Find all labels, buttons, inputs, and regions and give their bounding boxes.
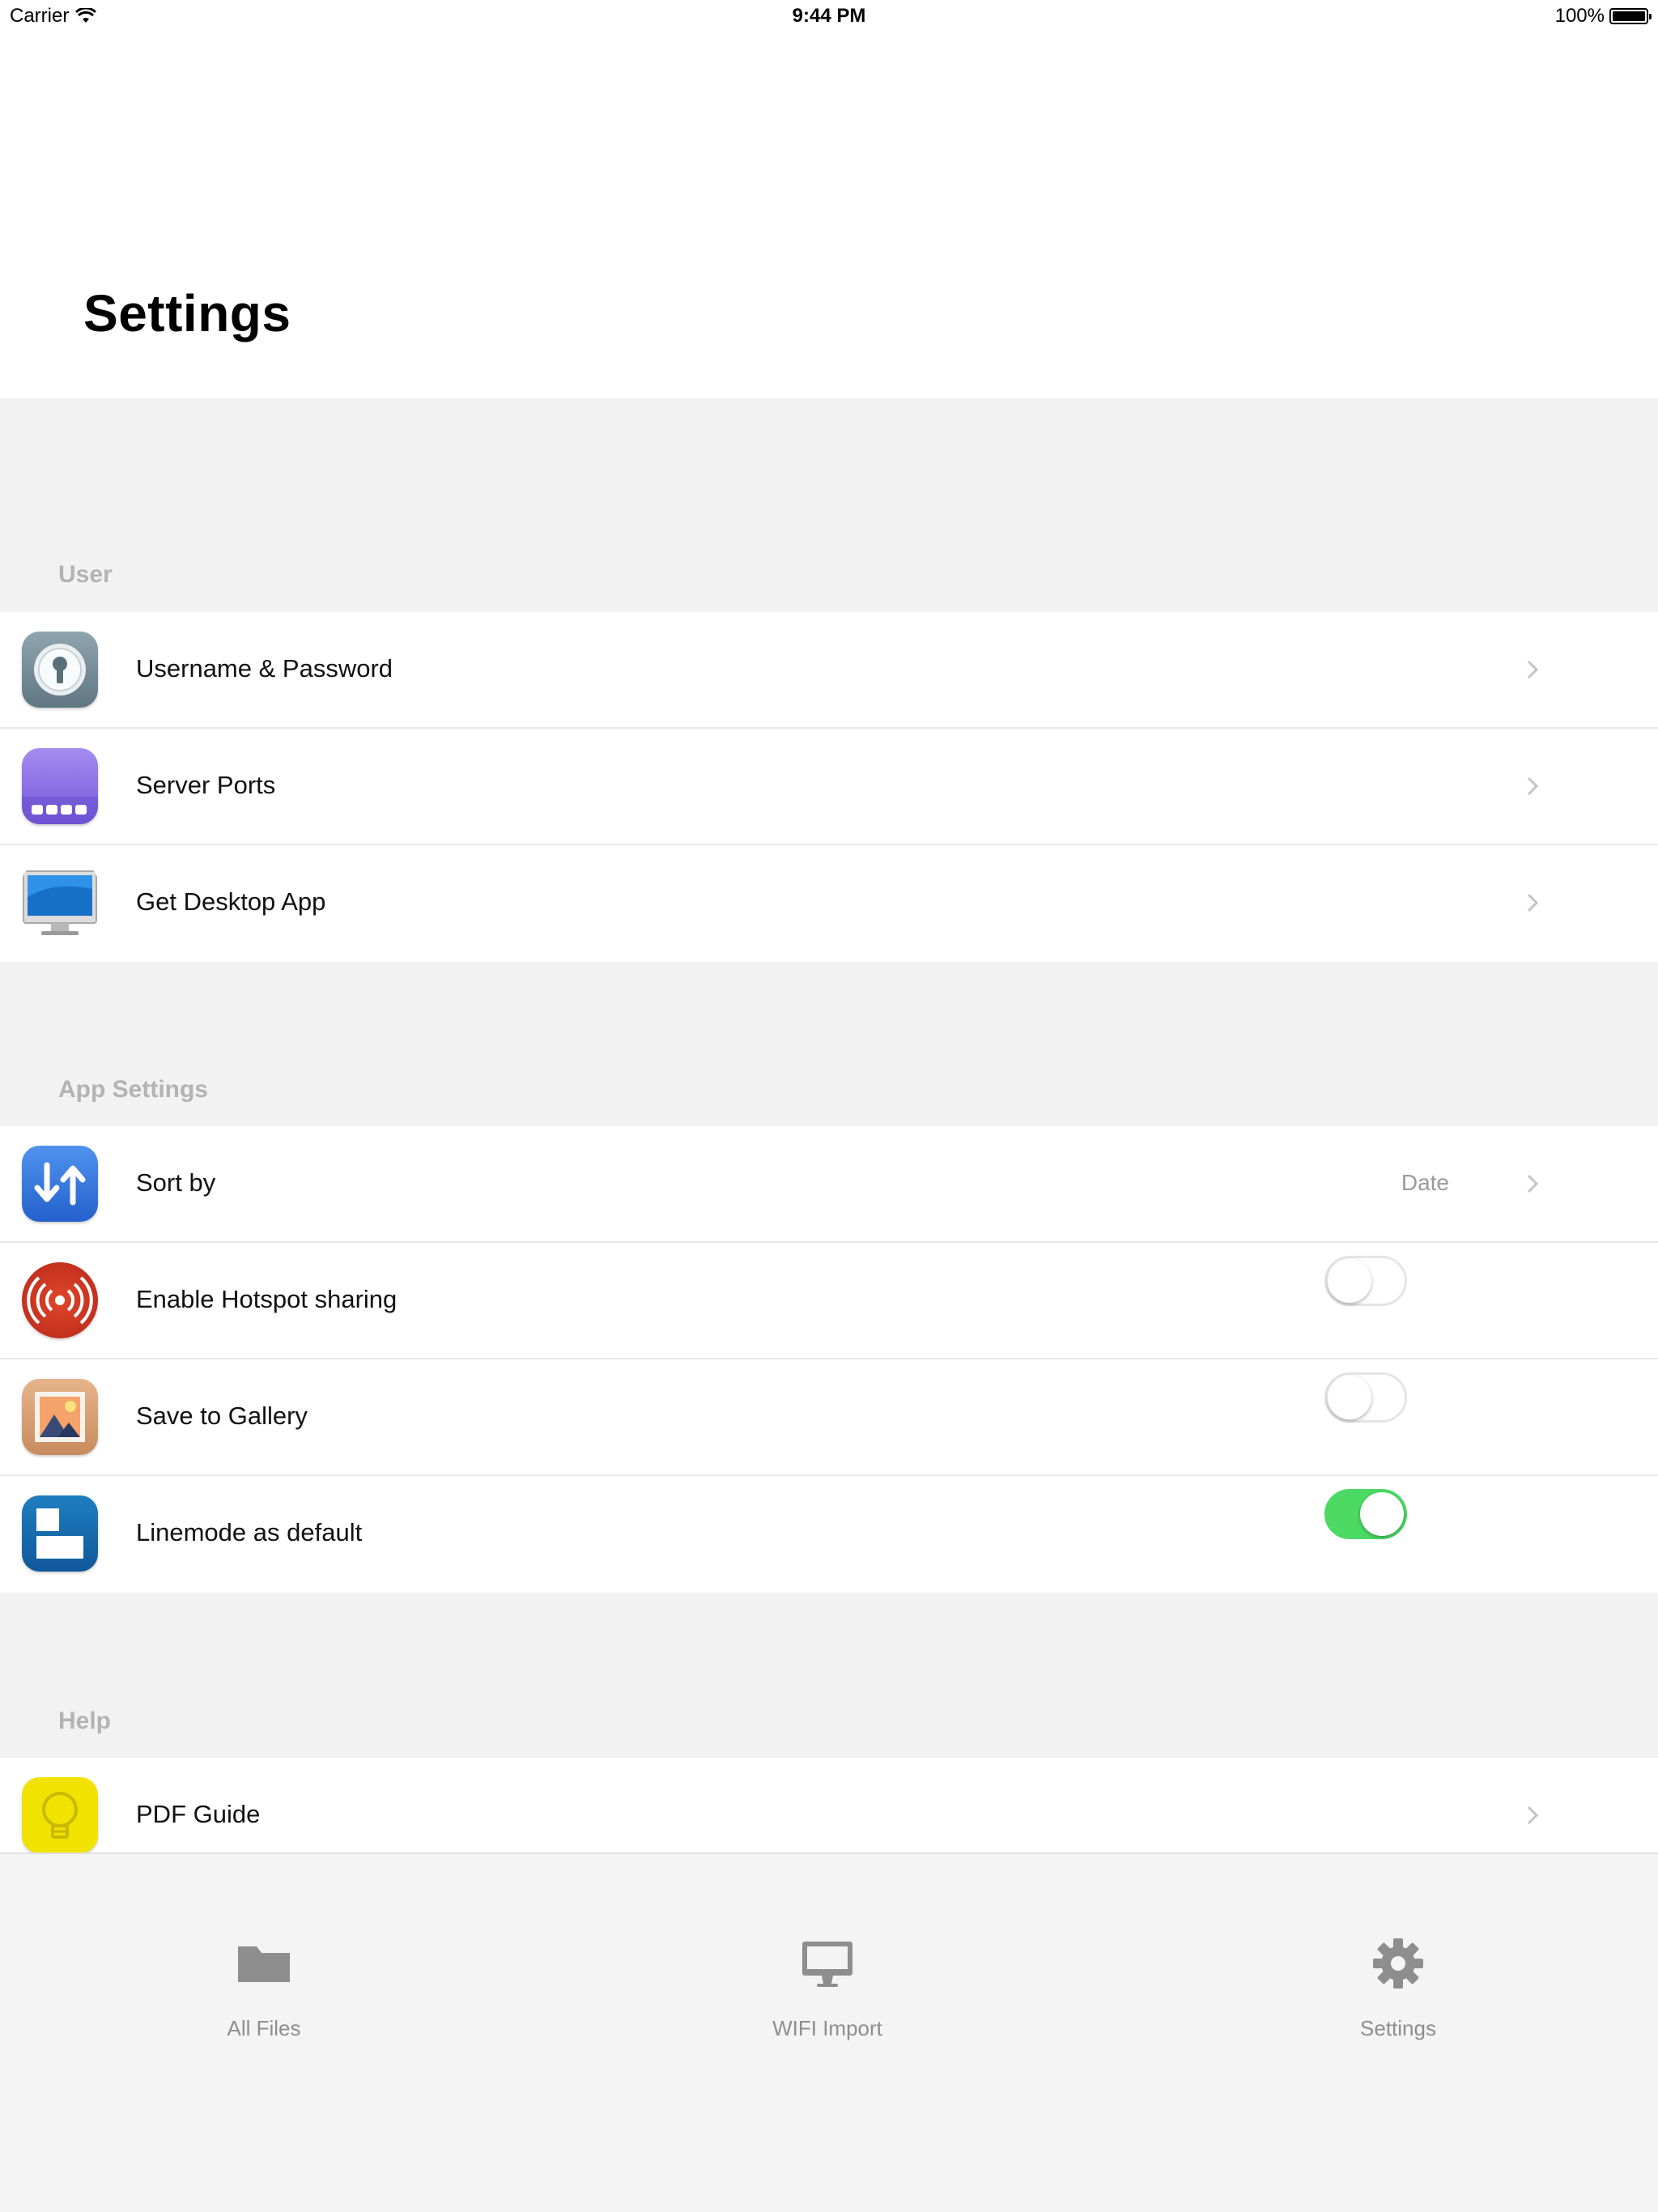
folder-icon [238,1946,290,1982]
tab-settings[interactable]: Settings [1277,1935,1520,2041]
lightbulb-icon [22,1777,98,1853]
page-title: Settings [83,284,291,342]
tab-all-files[interactable]: All Files [142,1935,385,2041]
row-pdf-guide[interactable]: PDF Guide [0,1758,1658,1853]
chevron-right-icon [1527,893,1539,912]
row-linemode-default: Linemode as default [0,1476,1658,1593]
row-label: Get Desktop App [136,887,326,916]
section-header-help: Help [58,1708,112,1734]
chevron-right-icon [1527,1806,1539,1825]
monitor-icon [802,1942,852,1987]
chevron-right-icon [1527,660,1539,679]
page-header: Settings [0,32,1658,398]
row-label: Server Ports [136,771,276,799]
battery-percent: 100% [1554,5,1605,27]
battery-icon [1609,8,1652,24]
sort-arrows-icon [22,1146,98,1222]
row-sort-by[interactable]: Sort by Date [0,1126,1658,1243]
hotspot-icon [22,1262,98,1338]
gallery-toggle[interactable] [1324,1372,1407,1423]
battery-indicator: 100% [1554,5,1652,28]
desktop-monitor-icon [22,865,98,941]
row-label: PDF Guide [136,1800,261,1828]
linemode-icon [22,1495,98,1572]
row-label: Username & Password [136,654,393,683]
row-label: Enable Hotspot sharing [136,1285,397,1313]
row-save-to-gallery: Save to Gallery [0,1359,1658,1476]
status-bar: Carrier 9:44 PM 100% [0,0,1658,32]
section-header-user: User [58,561,113,588]
row-label: Sort by [136,1168,216,1197]
key-icon [22,632,98,708]
row-hotspot-sharing: Enable Hotspot sharing [0,1243,1658,1359]
tab-bar: All Files WIFI Import Settings [0,1853,1658,2212]
tab-label: WIFI Import [772,2016,882,2040]
server-ports-icon [22,748,98,824]
row-get-desktop-app[interactable]: Get Desktop App [0,845,1658,962]
tab-label: All Files [227,2016,301,2040]
row-server-ports[interactable]: Server Ports [0,729,1658,845]
user-group: Username & Password Server Ports Get Des… [0,612,1658,962]
hotspot-toggle[interactable] [1324,1256,1407,1306]
sort-by-value: Date [1401,1170,1449,1195]
help-group: PDF Guide [0,1758,1658,1853]
tab-wifi-import[interactable]: WIFI Import [706,1935,949,2041]
linemode-toggle[interactable] [1324,1489,1407,1539]
row-label: Save to Gallery [136,1402,308,1430]
gallery-icon [22,1379,98,1455]
row-username-password[interactable]: Username & Password [0,612,1658,729]
app-settings-group: Sort by Date Enable Hotspot sharing Save… [0,1126,1658,1593]
chevron-right-icon [1527,776,1539,796]
chevron-right-icon [1527,1174,1539,1193]
row-label: Linemode as default [136,1518,363,1546]
gear-icon [1373,1938,1423,1989]
tab-label: Settings [1360,2016,1436,2040]
status-time: 9:44 PM [792,5,866,27]
section-header-app-settings: App Settings [58,1076,208,1103]
